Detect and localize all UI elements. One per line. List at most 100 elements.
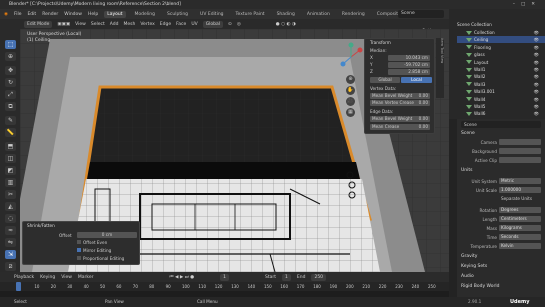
tab-shading[interactable]: Shading [274, 11, 298, 18]
outliner-item[interactable]: Wall5 👁 [457, 103, 545, 110]
pan-icon[interactable]: ✋ [346, 86, 355, 95]
poly-build-icon[interactable]: ◭ [5, 202, 16, 211]
median-y-field[interactable]: -59.702 cm [388, 62, 430, 68]
visibility-icon[interactable]: 👁 [534, 73, 539, 80]
shading-icons[interactable]: ● ○ ◐ ◑ [276, 22, 296, 27]
menu-edit[interactable]: Edit [27, 12, 36, 17]
visibility-icon[interactable]: 👁 [534, 110, 539, 117]
edge-slide-icon[interactable]: ⇋ [5, 238, 16, 247]
outliner-item[interactable]: Wall3.001 👁 [457, 88, 545, 95]
scene-selector[interactable]: Scene [398, 10, 444, 18]
navigation-gizmo[interactable] [338, 42, 364, 70]
transform-icon[interactable]: ⧉ [5, 102, 16, 111]
orientation-selector[interactable]: Global [202, 20, 224, 28]
properties-scene-name[interactable]: Scene [461, 121, 541, 128]
median-x-field[interactable]: 10.043 cm [388, 55, 430, 61]
select-box-icon[interactable]: ⬚ [5, 40, 16, 49]
units-section-header[interactable]: Units [461, 167, 545, 175]
tab-texture-paint[interactable]: Texture Paint [233, 11, 268, 18]
visibility-icon[interactable]: 👁 [534, 59, 539, 66]
end-frame-field[interactable]: 250 [311, 273, 327, 281]
timeline-playback[interactable]: Playback [14, 275, 34, 280]
camera-field[interactable] [499, 139, 541, 145]
menu-edge[interactable]: Edge [160, 22, 171, 27]
visibility-icon[interactable]: 👁 [534, 81, 539, 88]
mean-bevel-vertex-field[interactable]: Mean Bevel Weight 0.00 [370, 93, 430, 99]
active-clip-field[interactable] [499, 157, 541, 163]
visibility-icon[interactable]: 👁 [534, 66, 539, 73]
visibility-icon[interactable]: 👁 [534, 51, 539, 58]
annotate-icon[interactable]: ✎ [5, 116, 16, 125]
tab-animation[interactable]: Animation [304, 11, 333, 18]
visibility-icon[interactable]: 👁 [534, 36, 539, 43]
tab-rendering[interactable]: Rendering [339, 11, 368, 18]
scene-section-header[interactable]: Scene [461, 130, 545, 138]
tab-layout[interactable]: Layout [104, 10, 126, 18]
visibility-icon[interactable]: 👁 [534, 29, 539, 36]
knife-icon[interactable]: ✂ [5, 190, 16, 199]
mode-selector[interactable]: Edit Mode [24, 20, 53, 28]
timeline-ruler[interactable]: 0102030405060708090100110120130140150160… [0, 282, 449, 291]
current-frame-field[interactable]: 1 [220, 273, 230, 281]
length-dropdown[interactable]: Centimeters [499, 216, 541, 222]
global-toggle[interactable]: Global [370, 77, 400, 83]
unit-scale-field[interactable]: 1.000000 [499, 187, 541, 193]
even-thickness-checkbox[interactable]: Offset Even [77, 240, 107, 245]
timeline-view[interactable]: View [61, 275, 72, 280]
proportional-editing-checkbox[interactable]: Proportional Editing [77, 256, 124, 261]
outliner-item[interactable]: Wall6 👁 [457, 110, 545, 117]
zoom-icon[interactable]: ⊕ [346, 75, 355, 84]
unit-system-dropdown[interactable]: Metric [499, 178, 541, 184]
menu-help[interactable]: Help [88, 12, 98, 17]
outliner-item[interactable]: Wall4 👁 [457, 96, 545, 103]
menu-select[interactable]: Select [91, 22, 105, 27]
outliner-item[interactable]: Collection 👁 [457, 29, 545, 36]
outliner-item[interactable]: Ceiling 👁 [457, 36, 545, 44]
scale-icon[interactable]: ⤢ [5, 90, 16, 99]
keying-sets-section-header[interactable]: Keying Sets [461, 263, 545, 271]
menu-view[interactable]: View [75, 22, 86, 27]
shear-icon[interactable]: ⧄ [5, 262, 16, 271]
rigid-body-world-section-header[interactable]: Rigid Body World [461, 283, 545, 291]
outliner-item[interactable]: glass 👁 [457, 51, 545, 58]
proportional-icon[interactable]: ◎ [237, 22, 241, 27]
audio-section-header[interactable]: Audio [461, 273, 545, 281]
menu-vertex[interactable]: Vertex [140, 22, 154, 27]
perspective-toggle-icon[interactable]: ▦ [346, 108, 355, 117]
outliner-item[interactable]: Wall1 👁 [457, 66, 545, 73]
mean-vertex-crease-field[interactable]: Mean Vertex Crease 0.00 [370, 100, 430, 106]
bevel-icon[interactable]: ◩ [5, 166, 16, 175]
tab-sculpting[interactable]: Sculpting [164, 11, 191, 18]
sidebar-tabs[interactable]: Item Tool View [436, 38, 444, 98]
properties-tabs[interactable] [449, 119, 457, 297]
start-frame-field[interactable]: 1 [282, 273, 291, 281]
gravity-section-header[interactable]: Gravity [461, 253, 545, 261]
vertex-select-icon[interactable]: ▣▣▣ [57, 22, 70, 27]
visibility-icon[interactable]: 👁 [534, 96, 539, 103]
outliner-item[interactable]: Wall3 👁 [457, 81, 545, 88]
separate-units-checkbox[interactable]: Separate Units [499, 196, 541, 202]
inset-icon[interactable]: ◫ [5, 154, 16, 163]
measure-icon[interactable]: 📏 [5, 128, 16, 137]
tab-uv-editing[interactable]: UV Editing [197, 11, 226, 18]
move-icon[interactable]: ✥ [5, 66, 16, 75]
menu-uv[interactable]: UV [191, 22, 197, 27]
loop-cut-icon[interactable]: ▥ [5, 178, 16, 187]
cursor-icon[interactable]: ⊕ [5, 52, 16, 61]
camera-view-icon[interactable]: 🎥 [346, 97, 355, 106]
spin-icon[interactable]: ◌ [5, 214, 16, 223]
window-controls[interactable]: –□✕ [513, 0, 541, 9]
visibility-icon[interactable]: 👁 [534, 44, 539, 51]
menu-add[interactable]: Add [110, 22, 119, 27]
menu-render[interactable]: Render [42, 12, 58, 17]
snap-icon[interactable]: ⊙ [228, 22, 232, 27]
outliner-item[interactable]: Layout 👁 [457, 59, 545, 66]
outliner-item[interactable]: Wall2 👁 [457, 73, 545, 80]
mass-dropdown[interactable]: Kilograms [499, 225, 541, 231]
time-dropdown[interactable]: Seconds [499, 234, 541, 240]
extrude-icon[interactable]: ⬒ [5, 142, 16, 151]
menu-window[interactable]: Window [64, 12, 82, 17]
visibility-icon[interactable]: 👁 [534, 88, 539, 95]
visibility-icon[interactable]: 👁 [534, 103, 539, 110]
outliner-item[interactable]: Flooring 👁 [457, 44, 545, 51]
